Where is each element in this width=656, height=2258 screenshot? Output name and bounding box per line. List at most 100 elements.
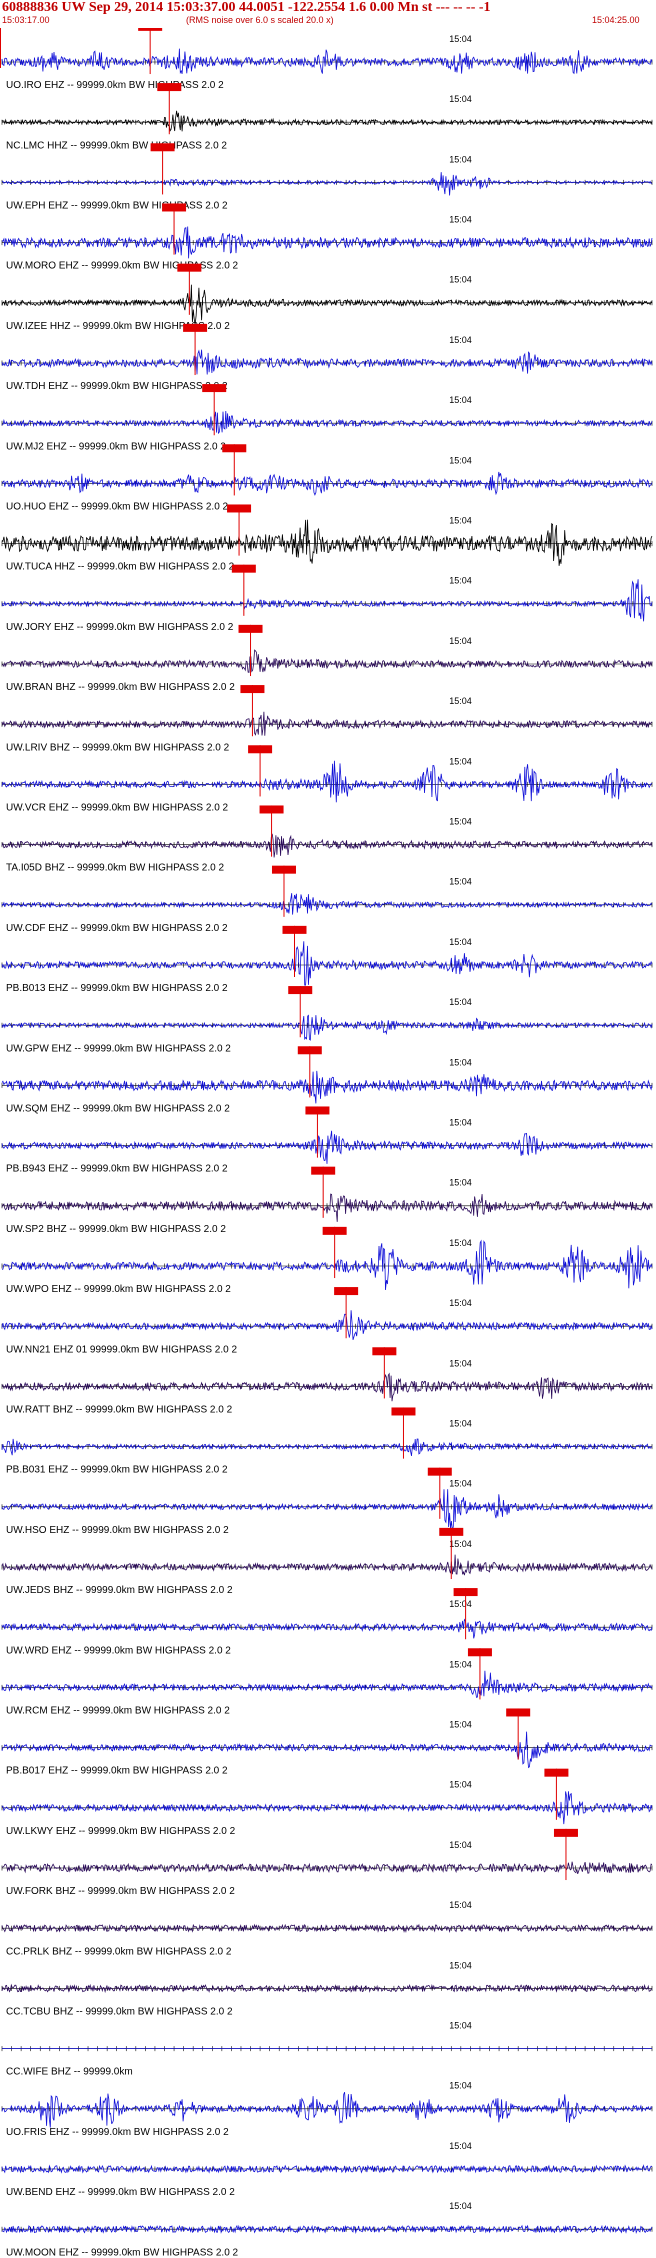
- trace-label: UW.FORK BHZ -- 99999.0km BW HIGHPASS 2.0…: [6, 1886, 235, 1897]
- trace-label: CC.WIFE BHZ -- 99999.0km: [6, 2067, 133, 2078]
- pick-box: [177, 263, 202, 272]
- trace-label: UW.EPH EHZ -- 99999.0km BW HIGHPASS 2.0 …: [6, 201, 228, 212]
- minute-marker-label: 15:04: [449, 1599, 472, 1609]
- pick-box: [238, 624, 263, 633]
- trace-label: UW.VCR EHZ -- 99999.0km BW HIGHPASS 2.0 …: [6, 803, 229, 814]
- pick-box: [439, 1527, 464, 1536]
- minute-marker-label: 15:04: [449, 154, 472, 164]
- minute-marker-label: 15:04: [449, 2081, 472, 2091]
- pick-box: [183, 323, 208, 332]
- trace-label: UW.BEND EHZ -- 99999.0km BW HIGHPASS 2.0…: [6, 2187, 235, 2198]
- pick-box: [271, 865, 296, 874]
- trace-label: PB.B943 EHZ -- 99999.0km BW HIGHPASS 2.0…: [6, 1164, 228, 1175]
- waveform-trace: [1, 1670, 653, 1698]
- minute-marker-label: 15:04: [449, 1238, 472, 1248]
- pick-box: [138, 28, 163, 31]
- minute-marker-label: 15:04: [449, 2141, 472, 2151]
- trace-label: UO.HUO EHZ -- 99999.0km BW HIGHPASS 2.0 …: [6, 502, 229, 513]
- minute-marker-label: 15:04: [449, 1057, 472, 1067]
- waveform-trace: [1, 1731, 652, 1769]
- trace-label: UW.RCM EHZ -- 99999.0km BW HIGHPASS 2.0 …: [6, 1706, 230, 1717]
- minute-marker-label: 15:04: [449, 937, 472, 947]
- minute-marker-label: 15:04: [449, 576, 472, 586]
- waveform-trace: [1, 2091, 653, 2128]
- event-title: 60888836 UW Sep 29, 2014 15:03:37.00 44.…: [2, 0, 491, 15]
- minute-marker-label: 15:04: [449, 817, 472, 827]
- minute-marker-label: 15:04: [449, 1298, 472, 1308]
- minute-marker-label: 15:04: [449, 34, 472, 44]
- trace-label: PB.B013 EHZ -- 99999.0km BW HIGHPASS 2.0…: [6, 983, 228, 994]
- trace-label: UW.WPO EHZ -- 99999.0km BW HIGHPASS 2.0 …: [6, 1284, 231, 1295]
- trace-label: UW.BRAN BHZ -- 99999.0km BW HIGHPASS 2.0…: [6, 682, 235, 693]
- minute-marker-label: 15:04: [449, 335, 472, 345]
- minute-marker-label: 15:04: [449, 2201, 472, 2211]
- pick-box: [240, 685, 265, 694]
- trace-label: NC.LMC HHZ -- 99999.0km BW HIGHPASS 2.0 …: [6, 140, 227, 151]
- minute-marker-label: 15:04: [449, 1118, 472, 1128]
- trace-label: PB.B031 EHZ -- 99999.0km BW HIGHPASS 2.0…: [6, 1465, 228, 1476]
- minute-marker-label: 15:04: [449, 1178, 472, 1188]
- pick-box: [506, 1708, 531, 1717]
- trace-label: UW.JORY EHZ -- 99999.0km BW HIGHPASS 2.0…: [6, 622, 234, 633]
- pick-box: [467, 1648, 492, 1657]
- minute-marker-label: 15:04: [449, 1539, 472, 1549]
- pick-box: [157, 83, 182, 92]
- pick-box: [259, 805, 284, 814]
- minute-marker-label: 15:04: [449, 696, 472, 706]
- minute-marker-label: 15:04: [449, 516, 472, 526]
- trace-label: UW.MOON EHZ -- 99999.0km BW HIGHPASS 2.0…: [6, 2247, 239, 2258]
- minute-marker-label: 15:04: [449, 1659, 472, 1669]
- minute-marker-label: 15:04: [449, 94, 472, 104]
- pick-box: [227, 504, 252, 513]
- waveform-trace: [1, 893, 653, 915]
- pick-box: [222, 444, 247, 453]
- minute-marker-label: 15:04: [449, 275, 472, 285]
- trace-label: CC.PRLK BHZ -- 99999.0km BW HIGHPASS 2.0…: [6, 1946, 232, 1957]
- trace-label: UW.GPW EHZ -- 99999.0km BW HIGHPASS 2.0 …: [6, 1043, 231, 1054]
- pick-box: [334, 1287, 359, 1296]
- minute-marker-label: 15:04: [449, 1840, 472, 1850]
- trace-label: UO.FRIS EHZ -- 99999.0km BW HIGHPASS 2.0…: [6, 2127, 229, 2138]
- seismogram-plot: 15:04 UO.IRO EHZ -- 99999.0km BW HIGHPASS…: [0, 28, 653, 2258]
- pick-box: [322, 1226, 347, 1235]
- end-time-label: 15:04:25.00: [592, 15, 640, 25]
- trace-label: UW.JEDS BHZ -- 99999.0km BW HIGHPASS 2.0…: [6, 1585, 233, 1596]
- waveform-trace: [1, 519, 653, 566]
- trace-label: UW.HSO EHZ -- 99999.0km BW HIGHPASS 2.0 …: [6, 1525, 229, 1536]
- trace-label: PB.B017 EHZ -- 99999.0km BW HIGHPASS 2.0…: [6, 1766, 228, 1777]
- pick-box: [372, 1347, 397, 1356]
- minute-marker-label: 15:04: [449, 756, 472, 766]
- waveform-trace: [1, 349, 653, 375]
- minute-marker-label: 15:04: [449, 455, 472, 465]
- minute-marker-label: 15:04: [449, 1960, 472, 1970]
- trace-label: UW.SP2 BHZ -- 99999.0km BW HIGHPASS 2.0 …: [6, 1224, 226, 1235]
- plot-header: 60888836 UW Sep 29, 2014 15:03:37.00 44.…: [0, 0, 656, 26]
- minute-marker-label: 15:04: [449, 1720, 472, 1730]
- trace-label: UW.MORO EHZ -- 99999.0km BW HIGHPASS 2.0…: [6, 261, 239, 272]
- minute-marker-label: 15:04: [449, 2021, 472, 2031]
- pick-box: [150, 143, 175, 152]
- trace-label: TA.I05D BHZ -- 99999.0km BW HIGHPASS 2.0…: [6, 863, 224, 874]
- pick-box: [311, 1166, 336, 1175]
- waveform-trace: [1, 760, 653, 803]
- waveform-trace: [1, 711, 653, 736]
- minute-marker-label: 15:04: [449, 1358, 472, 1368]
- pick-box: [297, 1046, 322, 1055]
- trace-label: CC.TCBU BHZ -- 99999.0km BW HIGHPASS 2.0…: [6, 2007, 233, 2018]
- trace-label: UW.WRD EHZ -- 99999.0km BW HIGHPASS 2.0 …: [6, 1645, 231, 1656]
- pick-box: [305, 1106, 330, 1115]
- pick-box: [553, 1828, 578, 1837]
- pick-box: [202, 384, 227, 393]
- minute-marker-label: 15:04: [449, 1479, 472, 1489]
- trace-label: UW.MJ2 EHZ -- 99999.0km BW HIGHPASS 2.0 …: [6, 441, 226, 452]
- trace-label: UW.RATT BHZ -- 99999.0km BW HIGHPASS 2.0…: [6, 1405, 233, 1416]
- pick-box: [288, 986, 313, 995]
- trace-label: UW.SQM EHZ -- 99999.0km BW HIGHPASS 2.0 …: [6, 1104, 230, 1115]
- trace-label: UW.NN21 EHZ 01 99999.0km BW HIGHPASS 2.0…: [6, 1344, 237, 1355]
- minute-marker-label: 15:04: [449, 997, 472, 1007]
- rms-noise-note: (RMS noise over 6.0 s scaled 20.0 x): [186, 15, 334, 25]
- minute-marker-label: 15:04: [449, 1419, 472, 1429]
- pick-box: [248, 745, 273, 754]
- minute-marker-label: 15:04: [449, 215, 472, 225]
- waveform-trace: [1, 284, 653, 325]
